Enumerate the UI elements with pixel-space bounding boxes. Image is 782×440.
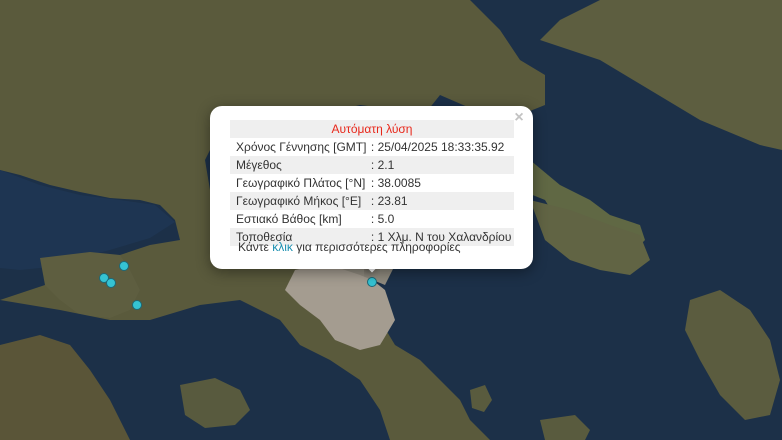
quake-marker-4[interactable]	[132, 300, 142, 310]
info-label: Γεωγραφικό Πλάτος [°N]	[236, 176, 366, 190]
info-value: : 25/04/2025 18:33:35.92	[370, 140, 505, 154]
info-value: : 2.1	[368, 156, 514, 174]
popup-title-row: Αυτόματη λύση	[230, 120, 514, 138]
info-value: : 38.0085	[370, 176, 421, 190]
info-row: Χρόνος Γέννησης [GMT]: 25/04/2025 18:33:…	[230, 138, 514, 156]
earthquake-info-table: Αυτόματη λύση Χρόνος Γέννησης [GMT]: 25/…	[230, 120, 514, 246]
info-label: Εστιακό Βάθος [km]	[236, 212, 342, 226]
footer-suffix: για περισσότερες πληροφορίες	[292, 240, 461, 254]
earthquake-popup: × Αυτόματη λύση Χρόνος Γέννησης [GMT]: 2…	[210, 106, 533, 269]
info-row: Εστιακό Βάθος [km] : 5.0	[230, 210, 514, 228]
info-row: Μέγεθος: 2.1	[230, 156, 514, 174]
quake-marker-1[interactable]	[119, 261, 129, 271]
info-value: : 5.0	[370, 212, 395, 226]
info-label: Χρόνος Γέννησης [GMT]	[236, 140, 367, 154]
info-value: : 23.81	[368, 192, 514, 210]
info-label: Μέγεθος	[230, 156, 369, 174]
quake-marker-3[interactable]	[106, 278, 116, 288]
popup-title: Αυτόματη λύση	[230, 120, 514, 138]
more-info-link[interactable]: κλικ	[272, 240, 293, 254]
footer-prefix: Κάντε	[238, 240, 273, 254]
info-row: Γεωγραφικό Μήκος [°E]: 23.81	[230, 192, 514, 210]
info-row: Γεωγραφικό Πλάτος [°N] : 38.0085	[230, 174, 514, 192]
popup-footer: Κάντε κλικ για περισσότερες πληροφορίες	[238, 240, 461, 254]
info-label: Γεωγραφικό Μήκος [°E]	[230, 192, 369, 210]
